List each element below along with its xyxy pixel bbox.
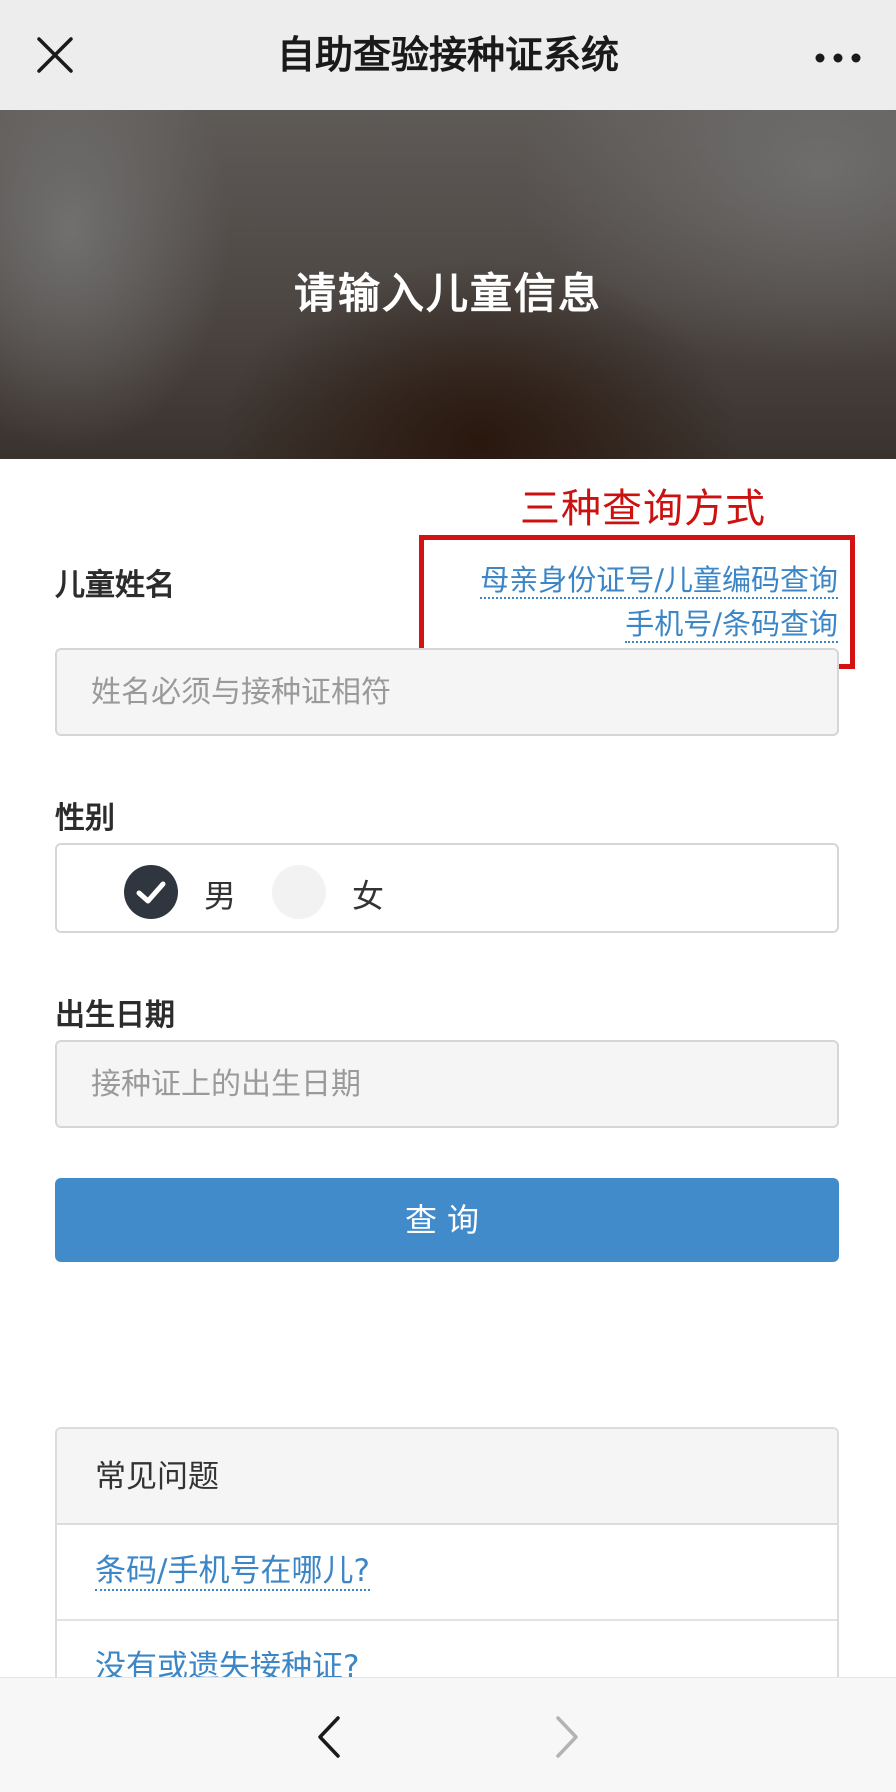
header-banner: 请输入儿童信息: [0, 110, 896, 459]
top-nav-bar: 自助查验接种证系统: [0, 0, 896, 110]
child-name-input[interactable]: [55, 648, 839, 736]
gender-radio-group: 男 女: [55, 843, 839, 933]
annotation-label: 三种查询方式: [520, 486, 766, 532]
faq-link-barcode[interactable]: 条码/手机号在哪儿?: [95, 1553, 370, 1591]
bottom-nav-bar: [0, 1677, 896, 1792]
checkmark-icon: [136, 881, 166, 904]
faq-title: 常见问题: [57, 1429, 837, 1525]
gender-male-label[interactable]: 男: [204, 871, 236, 917]
more-icon[interactable]: [806, 36, 870, 76]
gender-male-radio[interactable]: [124, 865, 178, 919]
faq-item: 条码/手机号在哪儿?: [57, 1525, 837, 1621]
page-title: 自助查验接种证系统: [276, 33, 619, 77]
query-button[interactable]: 查询: [55, 1178, 839, 1262]
child-name-label: 儿童姓名: [55, 568, 175, 603]
phone-barcode-query-link[interactable]: 手机号/条码查询: [625, 607, 838, 643]
gender-female-label[interactable]: 女: [352, 871, 384, 917]
gender-label: 性别: [55, 801, 115, 836]
alt-query-links: 母亲身份证号/儿童编码查询 手机号/条码查询: [480, 558, 838, 646]
birth-date-label: 出生日期: [55, 998, 175, 1033]
birth-date-input[interactable]: [55, 1040, 839, 1128]
forward-arrow-icon[interactable]: [546, 1712, 586, 1762]
gender-female-radio[interactable]: [272, 865, 326, 919]
banner-heading: 请输入儿童信息: [293, 269, 602, 318]
back-arrow-icon[interactable]: [310, 1712, 350, 1762]
mother-id-query-link[interactable]: 母亲身份证号/儿童编码查询: [480, 563, 838, 599]
